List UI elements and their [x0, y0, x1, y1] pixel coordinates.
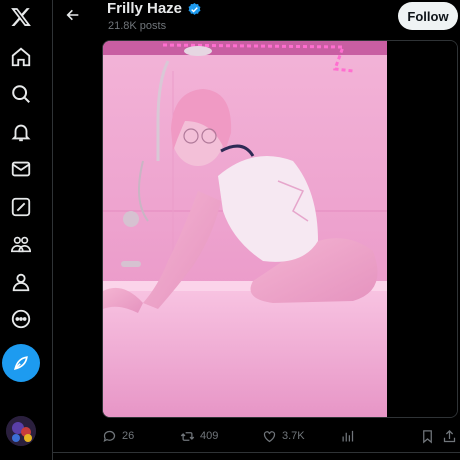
share-icon [443, 429, 456, 442]
back-arrow-icon [66, 9, 79, 21]
home-icon[interactable] [4, 40, 38, 74]
left-nav [0, 0, 42, 460]
views-button[interactable] [340, 425, 355, 447]
communities-icon[interactable] [4, 227, 38, 261]
profile-icon[interactable] [4, 265, 38, 299]
account-avatar[interactable] [6, 416, 36, 446]
repost-icon [180, 431, 195, 441]
back-button[interactable] [62, 4, 84, 26]
share-button[interactable] [442, 425, 457, 447]
post-divider [53, 452, 460, 453]
reply-icon [103, 430, 116, 442]
verified-badge-icon [188, 2, 201, 15]
views-icon [342, 430, 354, 441]
compose-button[interactable] [2, 344, 40, 382]
search-icon[interactable] [4, 77, 38, 111]
profile-header: Frilly Haze [107, 0, 202, 18]
follow-button[interactable]: Follow [398, 2, 458, 30]
reply-button[interactable]: 26 [102, 425, 134, 447]
more-icon[interactable] [4, 302, 38, 336]
messages-icon[interactable] [4, 152, 38, 186]
post-count: 21.8K posts [108, 20, 167, 32]
notifications-icon[interactable] [4, 115, 38, 149]
nav-divider [52, 0, 53, 460]
like-count: 3.7K [282, 430, 305, 442]
post-image[interactable] [102, 40, 458, 418]
profile-name[interactable]: Frilly Haze [107, 0, 182, 18]
compose-icon [14, 356, 28, 370]
heart-icon [263, 430, 276, 442]
post-actions: 26 409 3.7K [102, 425, 458, 447]
repost-count: 409 [200, 430, 219, 442]
bookmark-icon [423, 429, 432, 443]
reply-count: 26 [122, 430, 135, 442]
like-button[interactable]: 3.7K [262, 425, 305, 447]
x-logo-icon[interactable] [4, 0, 38, 34]
grok-icon[interactable] [4, 190, 38, 224]
repost-button[interactable]: 409 [180, 425, 218, 447]
bookmark-button[interactable] [420, 425, 435, 447]
